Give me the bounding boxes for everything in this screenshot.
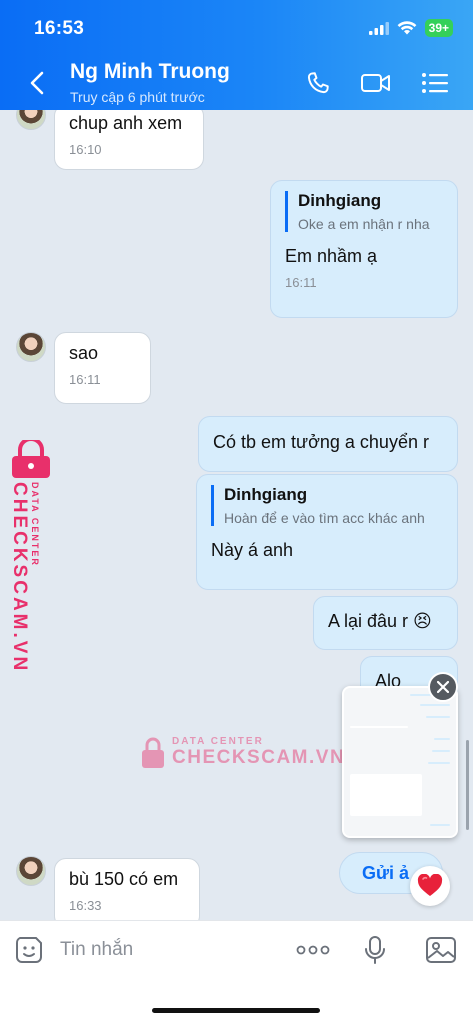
quote-author: Dinhgiang [224, 485, 308, 504]
close-preview-button[interactable] [428, 672, 458, 702]
message-incoming[interactable]: sao 16:11 [54, 332, 151, 404]
message-outgoing[interactable]: Dinhgiang Oke a em nhận r nha Em nhầm ạ … [270, 180, 458, 318]
lock-logo [12, 440, 50, 478]
quote-author: Dinhgiang [298, 191, 382, 210]
battery-indicator: 39+ [424, 19, 453, 37]
preview-line [350, 774, 422, 816]
watermark-brand: CHECKSCAM.VN [9, 482, 30, 674]
voice-message-button[interactable] [358, 933, 392, 967]
image-preview-thumbnail[interactable] [342, 686, 458, 838]
preview-line [426, 716, 450, 718]
image-icon [426, 937, 456, 963]
send-photo-button[interactable] [424, 933, 458, 967]
watermark-center-title: DATA CENTER [172, 736, 264, 747]
video-icon [361, 74, 390, 92]
preview-line [434, 738, 450, 740]
message-time: 16:33 [69, 898, 102, 913]
message-text: bù 150 có em [69, 869, 179, 889]
message-text: Có tb em tưởng a chuyển r [213, 432, 429, 452]
preview-line [428, 762, 450, 764]
status-icons: 39+ [368, 19, 453, 37]
quote-text: Hoàn để e vào tìm acc khác anh [224, 510, 425, 526]
call-button[interactable] [301, 68, 335, 98]
avatar[interactable] [16, 332, 46, 362]
watermark-center-name: CHECKSCAM.VN [172, 747, 346, 768]
more-dots-icon [296, 945, 330, 955]
list-icon [422, 73, 448, 93]
quoted-message[interactable]: Dinhgiang Hoàn để e vào tìm acc khác anh [211, 485, 443, 526]
close-icon [437, 681, 449, 693]
phone-icon [307, 72, 329, 94]
message-outgoing[interactable]: Dinhgiang Hoàn để e vào tìm acc khác anh… [196, 474, 458, 590]
message-time: 16:11 [285, 275, 317, 290]
avatar[interactable] [16, 110, 46, 130]
signal-icon [368, 21, 389, 35]
quoted-message[interactable]: Dinhgiang Oke a em nhận r nha [285, 191, 443, 232]
message-time: 16:10 [69, 142, 102, 157]
video-call-button[interactable] [359, 68, 393, 98]
message-outgoing[interactable]: A lại đâu r 😣 [313, 596, 458, 650]
quote-text: Oke a em nhận r nha [298, 216, 430, 232]
message-input[interactable]: Tin nhắn [60, 939, 133, 961]
message-text: chup anh xem [69, 113, 183, 133]
contact-name[interactable]: Ng Minh Truong [70, 60, 230, 84]
preview-line [432, 750, 450, 752]
preview-line [430, 824, 450, 826]
chat-header: 16:53 39+ Ng Minh Truong Truy cập 6 phút… [0, 0, 473, 110]
wifi-icon [397, 21, 417, 35]
contact-last-seen: Truy cập 6 phút trước [70, 89, 205, 105]
heart-icon [417, 874, 443, 896]
watermark-sub: DATA CENTER [30, 482, 40, 567]
message-text: sao [69, 343, 99, 363]
message-text: Này á anh [211, 540, 294, 560]
status-time: 16:53 [34, 18, 85, 39]
sticker-icon [16, 937, 42, 963]
back-button[interactable] [24, 68, 50, 98]
preview-line [420, 704, 450, 706]
lock-icon [142, 737, 164, 768]
menu-button[interactable] [418, 68, 452, 98]
scrollbar[interactable] [466, 740, 469, 830]
avatar[interactable] [16, 856, 46, 886]
more-options-button[interactable] [296, 933, 330, 967]
message-time: 16:11 [69, 372, 101, 387]
reaction-button[interactable] [410, 866, 450, 906]
chevron-left-icon [30, 71, 44, 95]
mic-icon [365, 936, 385, 964]
sticker-button[interactable] [12, 933, 46, 967]
message-text: Em nhầm ạ [285, 246, 378, 266]
preview-line [350, 726, 408, 728]
message-incoming[interactable]: bù 150 có em 16:33 [54, 858, 200, 920]
watermark-center: DATA CENTER CHECKSCAM.VN [140, 736, 345, 769]
message-incoming[interactable]: chup anh xem 16:10 [54, 110, 204, 170]
message-text: A lại đâu r 😣 [328, 611, 432, 631]
message-outgoing[interactable]: Có tb em tưởng a chuyển r [198, 416, 458, 472]
home-indicator[interactable] [152, 1008, 320, 1013]
